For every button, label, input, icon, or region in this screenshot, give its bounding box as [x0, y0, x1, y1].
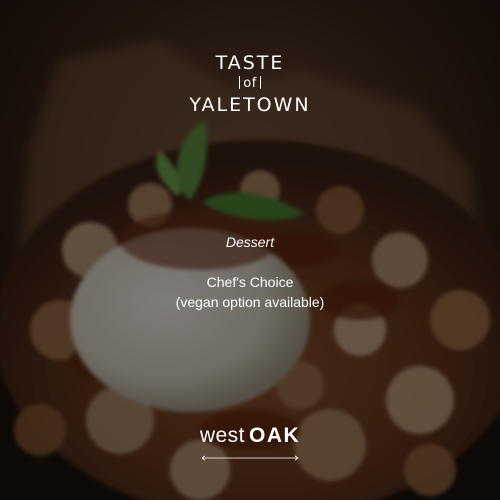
fork-icon: [238, 76, 241, 89]
double-arrow-rule: [201, 455, 299, 461]
dish-note: (vegan option available): [175, 294, 325, 310]
event-logo-line1: TASTE: [215, 52, 285, 74]
knife-icon: [259, 76, 262, 89]
restaurant-wordmark: west OAK: [0, 424, 500, 448]
restaurant-logo: west OAK: [0, 424, 500, 466]
event-logo-line3: YALETOWN: [189, 94, 311, 116]
event-logo-line2: of: [0, 75, 500, 92]
dish-name: Chef's Choice: [206, 274, 294, 290]
dish-description: Chef's Choice (vegan option available): [0, 272, 500, 312]
course-label: Dessert: [225, 234, 275, 250]
restaurant-name-oak: OAK: [249, 424, 301, 447]
restaurant-name-west: west: [199, 424, 245, 447]
event-logo-of: of: [243, 76, 257, 91]
promo-card: TASTE of YALETOWN Dessert Chef's Choice …: [0, 0, 500, 500]
event-logo: TASTE of YALETOWN: [0, 52, 500, 116]
